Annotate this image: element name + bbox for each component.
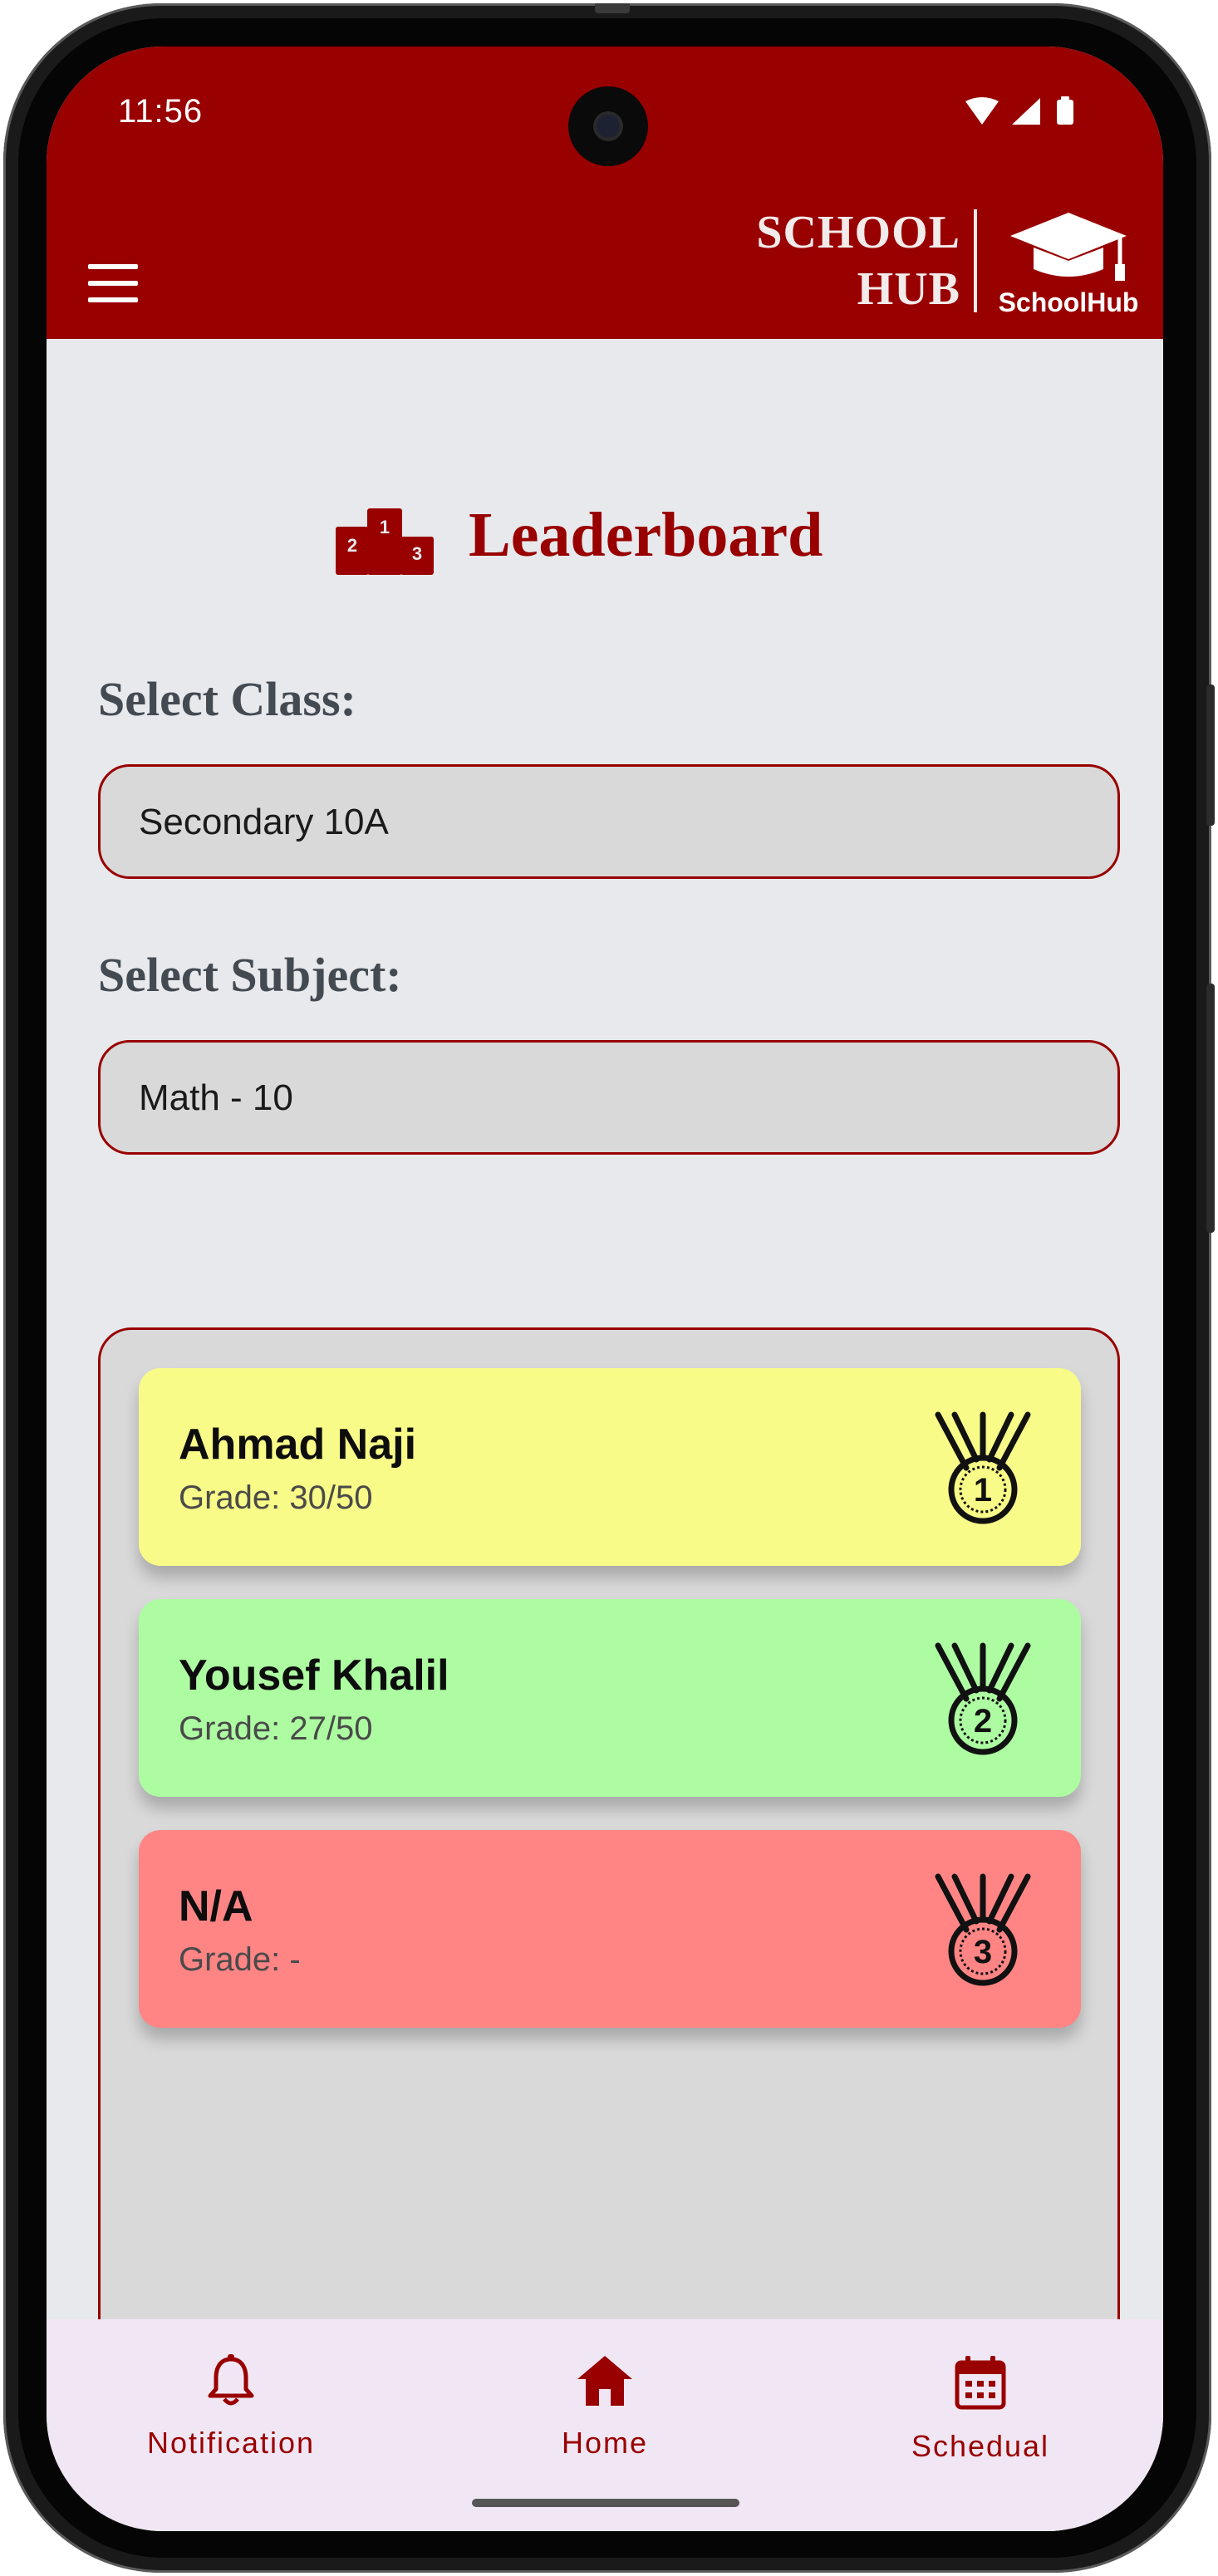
student-grade: Grade: 27/50 [179, 1710, 373, 1747]
leaderboard-card-2: Yousef Khalil Grade: 27/50 2 [139, 1599, 1081, 1797]
volume-button [1206, 684, 1215, 826]
app-bar: 11:56 SCHOOL HUB SchoolHub [47, 47, 1163, 339]
front-camera [568, 86, 648, 166]
logo-caption: SchoolHub [998, 287, 1139, 317]
class-label: Select Class: [98, 672, 356, 726]
brand-logo: SchoolHub [994, 204, 1143, 321]
nav-home[interactable]: Home [497, 2354, 713, 2479]
leaderboard-card-1: Ahmad Naji Grade: 30/50 1 [139, 1368, 1081, 1566]
subject-select[interactable]: Math - 10 [98, 1040, 1120, 1155]
power-button [1206, 984, 1215, 1233]
medal-icon: 1 [935, 1411, 1031, 1524]
nav-schedule[interactable]: Schedual [872, 2354, 1088, 2479]
class-select[interactable]: Secondary 10A [98, 764, 1120, 879]
brand-line1: SCHOOL [756, 207, 960, 258]
subject-select-value: Math - 10 [139, 1077, 293, 1118]
graduation-cap-icon [1010, 213, 1127, 281]
student-grade: Grade: 30/50 [179, 1479, 373, 1516]
medal-icon: 2 [935, 1642, 1031, 1755]
brand-wordmark: SCHOOL HUB [678, 204, 960, 317]
brand-line2: HUB [857, 263, 960, 315]
status-time: 11:56 [118, 93, 204, 130]
home-icon [577, 2356, 632, 2406]
medal-rank: 1 [974, 1472, 992, 1509]
leaderboard-panel: Ahmad Naji Grade: 30/50 1 Yousef Khalil … [98, 1327, 1120, 2407]
student-name: Yousef Khalil [179, 1651, 449, 1700]
calendar-icon [955, 2356, 1006, 2410]
subject-label: Select Subject: [98, 948, 402, 1002]
status-icons [965, 96, 1073, 125]
svg-text:2: 2 [347, 535, 357, 556]
leaderboard-card-3: N/A Grade: - 3 [139, 1830, 1081, 2028]
class-select-value: Secondary 10A [139, 802, 389, 842]
podium-icon: 2 1 3 [336, 508, 434, 575]
svg-text:3: 3 [412, 543, 422, 564]
battery-icon [1057, 100, 1073, 125]
frame-top-notch [595, 3, 630, 13]
screen: 11:56 SCHOOL HUB SchoolHub 2 1 3 Leaderb… [47, 47, 1163, 2531]
brand-divider [974, 209, 977, 312]
page-title: Leaderboard [469, 500, 823, 570]
bell-icon [208, 2354, 254, 2406]
nav-label: Notification [146, 2426, 316, 2460]
signal-icon [1012, 98, 1040, 125]
medal-icon: 3 [935, 1873, 1031, 1986]
svg-text:1: 1 [380, 517, 390, 537]
medal-rank: 3 [974, 1934, 992, 1970]
menu-button[interactable] [88, 264, 138, 302]
nav-label: Schedual [911, 2429, 1050, 2463]
nav-notification[interactable]: Notification [123, 2354, 339, 2479]
wifi-icon [965, 97, 999, 125]
student-name: Ahmad Naji [179, 1420, 417, 1469]
student-grade: Grade: - [179, 1941, 301, 1978]
brand: SCHOOL HUB SchoolHub [645, 204, 1143, 321]
nav-label: Home [561, 2426, 649, 2460]
home-indicator [472, 2499, 739, 2507]
student-name: N/A [179, 1882, 253, 1931]
medal-rank: 2 [974, 1703, 992, 1739]
